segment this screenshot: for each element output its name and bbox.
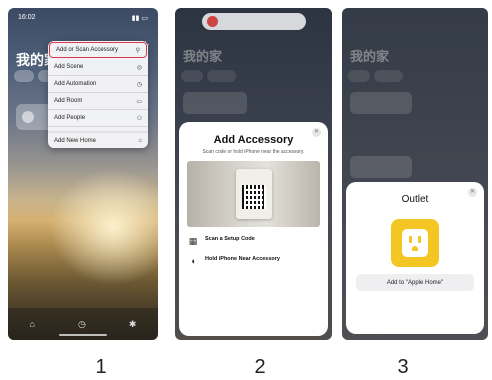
home-icon: ⌂ — [138, 137, 142, 144]
menu-item-add-room[interactable]: Add Room ▭ — [48, 93, 148, 110]
outlet-ground — [412, 246, 418, 251]
screenshot-add-accessory: 我的家 ✕ Add Accessory Scan code or hold iP… — [175, 8, 332, 340]
menu-item-label: Add New Home — [54, 137, 97, 144]
menu-item-label: Add Automation — [54, 81, 97, 87]
outlet-face — [402, 229, 428, 257]
add-to-home-button[interactable]: Add to "Apple Home" — [356, 274, 474, 291]
camera-viewfinder — [187, 161, 320, 227]
menu-item-label: Add or Scan Accessory — [56, 47, 119, 53]
sheet-title: Add Accessory — [213, 134, 294, 146]
accessory-icon — [22, 111, 34, 123]
qr-code-icon — [241, 185, 266, 209]
add-menu: Add or Scan Accessory ⚲ Add Scene ◎ Add … — [48, 41, 148, 148]
tab-automation[interactable]: ◷ — [78, 319, 86, 330]
option-title: Scan a Setup Code — [205, 236, 255, 242]
home-indicator — [59, 334, 107, 336]
sheet-subtitle: Scan code or hold iPhone near the access… — [202, 149, 305, 155]
close-icon[interactable]: ✕ — [312, 128, 321, 137]
menu-item-add-automation[interactable]: Add Automation ◷ — [48, 76, 148, 93]
qr-code-icon: ▦ — [188, 236, 198, 246]
status-time: 16:02 — [18, 14, 36, 21]
nfc-icon: ◖ — [190, 256, 196, 266]
home-tab-icon: ⌂ — [29, 319, 35, 329]
screenshot-home-menu: 16:02 ▮▮ ▭ 〰 ＋ 我的家 Add or Scan Accessory… — [8, 8, 158, 340]
outlet-slot — [418, 236, 421, 243]
automation-tab-icon: ◷ — [78, 318, 86, 329]
menu-item-label: Add People — [54, 115, 86, 121]
step-label-3: 3 — [397, 356, 409, 378]
scan-icon: ⚲ — [135, 47, 140, 54]
notification-text — [222, 17, 223, 27]
menu-item-add-scene[interactable]: Add Scene ◎ — [48, 59, 148, 76]
notification-avatar — [206, 16, 218, 27]
screenshot-outlet: 我的家 ✕ Outlet Add to "Apple Home" — [342, 8, 488, 340]
option-scan-setup-code[interactable]: ▦ Scan a Setup Code — [187, 236, 320, 247]
status-bar: 16:02 ▮▮ ▭ — [18, 14, 148, 22]
scene-icon: ◎ — [136, 64, 142, 71]
discover-tab-icon: ✱ — [128, 318, 137, 329]
option-title: Hold iPhone Near Accessory — [205, 256, 280, 262]
category-chip-1[interactable] — [14, 70, 35, 82]
menu-item-label: Add Room — [54, 98, 83, 104]
tab-home[interactable]: ⌂ — [30, 319, 35, 329]
step-label-2: 2 — [254, 356, 266, 378]
outlet-slot — [409, 236, 412, 243]
automation-icon: ◷ — [136, 81, 142, 88]
step-label-1: 1 — [95, 356, 107, 378]
sheet-title: Outlet — [401, 194, 429, 205]
menu-item-add-people[interactable]: Add People ⚇ — [48, 110, 148, 127]
battery-icon: ▮▮ ▭ — [131, 15, 148, 22]
close-icon[interactable]: ✕ — [468, 188, 477, 197]
menu-item-label: Add Scene — [54, 64, 84, 70]
menu-item-add-new-home[interactable]: Add New Home ⌂ — [48, 131, 148, 148]
outlet-icon — [391, 219, 439, 267]
outlet-sheet: ✕ Outlet Add to "Apple Home" — [346, 182, 484, 334]
room-icon: ▭ — [136, 98, 142, 105]
tab-discover[interactable]: ✱ — [129, 319, 137, 330]
people-icon: ⚇ — [136, 115, 142, 122]
option-hold-iphone-near[interactable]: ◖ Hold iPhone Near Accessory — [187, 256, 320, 266]
menu-item-add-or-scan-accessory[interactable]: Add or Scan Accessory ⚲ — [49, 42, 147, 58]
notification-pill[interactable] — [201, 13, 306, 30]
setup-code-card — [235, 169, 272, 219]
add-accessory-sheet: ✕ Add Accessory Scan code or hold iPhone… — [179, 122, 328, 336]
